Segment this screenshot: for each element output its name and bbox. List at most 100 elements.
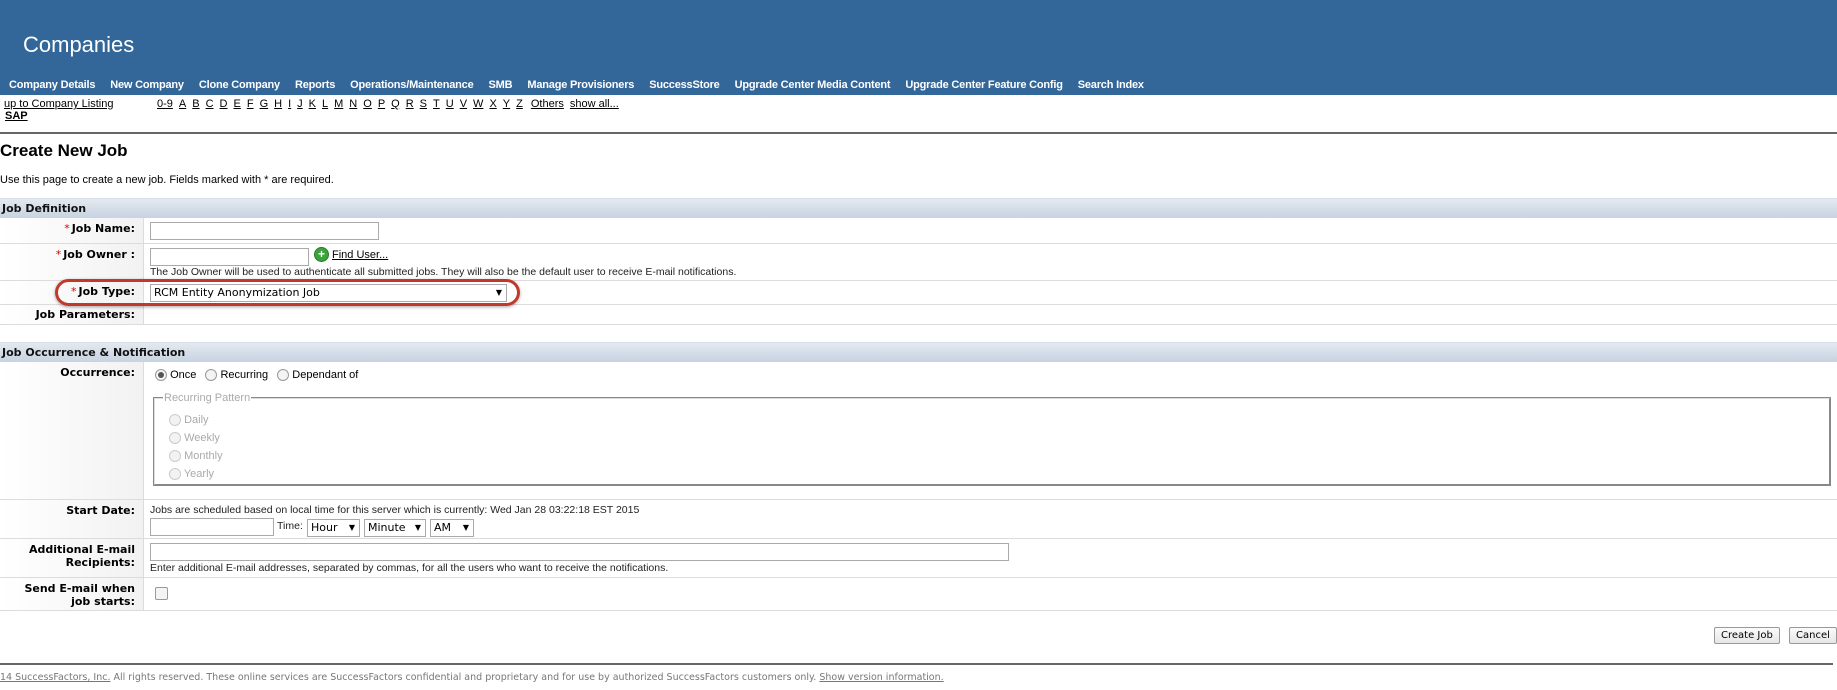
alpha-link-q[interactable]: Q <box>391 98 400 110</box>
back-to-company-listing-link[interactable]: up to Company Listing <box>4 98 113 110</box>
nav-new-company[interactable]: New Company <box>110 79 184 91</box>
nav-operations-maintenance[interactable]: Operations/Maintenance <box>350 79 474 91</box>
create-job-button[interactable]: Create Job <box>1714 627 1780 644</box>
add-icon: + <box>314 247 329 262</box>
row-job-type: * Job Type: RCM Entity Anonymization Job … <box>0 281 1837 305</box>
alpha-link-j[interactable]: J <box>297 98 303 110</box>
page-title: Create New Job <box>0 141 128 160</box>
alpha-link-v[interactable]: V <box>460 98 467 110</box>
alpha-link-a[interactable]: A <box>179 98 186 110</box>
cancel-button[interactable]: Cancel <box>1789 627 1837 644</box>
time-label: Time: <box>277 520 303 532</box>
footer-text: All rights reserved. These online servic… <box>110 672 820 683</box>
server-time-text: Jobs are scheduled based on local time f… <box>150 504 640 516</box>
radio-dependant-of[interactable] <box>277 369 290 382</box>
page-description: Use this page to create a new job. Field… <box>0 174 334 186</box>
find-user-link[interactable]: Find User... <box>332 249 388 261</box>
row-send-email: Send E-mail when job starts: <box>0 578 1837 611</box>
row-job-owner: * Job Owner : + Find User... The Job Owne… <box>0 244 1837 281</box>
company-link[interactable]: SAP <box>5 110 28 122</box>
send-email-label: Send E-mail when job starts: <box>0 578 144 610</box>
copyright-link[interactable]: 14 SuccessFactors, Inc. <box>0 672 110 683</box>
alpha-link-r[interactable]: R <box>406 98 414 110</box>
required-marker: * <box>64 222 70 235</box>
row-job-parameters: Job Parameters: <box>0 305 1837 325</box>
send-email-checkbox[interactable] <box>155 587 168 600</box>
minute-select[interactable]: Minute ▼ <box>364 519 426 537</box>
nav-search-index[interactable]: Search Index <box>1078 79 1144 91</box>
alpha-link-y[interactable]: Y <box>503 98 510 110</box>
alpha-index: 0-9 A B C D E F G H I J K L M N O P Q R S T U V W X Y Z Others show … <box>157 98 619 110</box>
row-additional-email: Additional E-mail Recipients: Enter addit… <box>0 539 1837 578</box>
chevron-down-icon: ▼ <box>462 523 469 532</box>
alpha-link-m[interactable]: M <box>334 98 343 110</box>
nav-upgrade-center-media[interactable]: Upgrade Center Media Content <box>735 79 891 91</box>
section-job-definition: Job Definition <box>0 198 1837 218</box>
divider <box>0 663 1833 665</box>
alpha-link-t[interactable]: T <box>433 98 440 110</box>
alpha-link-w[interactable]: W <box>473 98 483 110</box>
divider <box>0 132 1837 134</box>
job-owner-hint: The Job Owner will be used to authentica… <box>150 266 737 278</box>
app-header: Companies Company Details New Company Cl… <box>0 0 1837 95</box>
recurring-pattern-group: Recurring Pattern Daily Weekly Monthly Y… <box>153 392 1831 486</box>
alpha-link-e[interactable]: E <box>234 98 241 110</box>
job-owner-label: * Job Owner : <box>0 244 144 280</box>
alpha-link-o[interactable]: O <box>363 98 372 110</box>
app-title: Companies <box>23 32 135 57</box>
pattern-weekly[interactable]: Weekly <box>169 432 220 445</box>
chevron-down-icon: ▼ <box>348 523 355 532</box>
alpha-link-p[interactable]: P <box>378 98 385 110</box>
alpha-link-g[interactable]: G <box>260 98 269 110</box>
show-version-link[interactable]: Show version information. <box>819 672 943 683</box>
ampm-select[interactable]: AM ▼ <box>430 519 474 537</box>
nav-reports[interactable]: Reports <box>295 79 335 91</box>
section-job-occurrence: Job Occurrence & Notification <box>0 342 1837 362</box>
job-type-select[interactable]: RCM Entity Anonymization Job ▼ <box>150 284 507 302</box>
alpha-link-l[interactable]: L <box>322 98 328 110</box>
start-date-label: Start Date: <box>0 500 144 538</box>
nav-upgrade-center-feature[interactable]: Upgrade Center Feature Config <box>905 79 1063 91</box>
pattern-monthly[interactable]: Monthly <box>169 450 223 463</box>
row-occurrence: Occurrence: Once Recurring Dependant of … <box>0 362 1837 500</box>
sub-nav: up to Company Listing SAP 0-9 A B C D E F G H I J K… <box>4 98 1834 126</box>
nav-clone-company[interactable]: Clone Company <box>199 79 280 91</box>
job-owner-input[interactable] <box>150 248 309 266</box>
alpha-link-c[interactable]: C <box>206 98 214 110</box>
alpha-link-others[interactable]: Others <box>531 98 564 110</box>
alpha-link-f[interactable]: F <box>247 98 254 110</box>
radio-once[interactable] <box>155 369 167 382</box>
start-date-input[interactable] <box>150 518 274 536</box>
recurring-pattern-legend: Recurring Pattern <box>164 392 251 404</box>
pattern-daily[interactable]: Daily <box>169 414 209 427</box>
nav-smb[interactable]: SMB <box>489 79 513 91</box>
alpha-link-x[interactable]: X <box>489 98 496 110</box>
job-name-input[interactable] <box>150 222 379 240</box>
pattern-yearly[interactable]: Yearly <box>169 468 214 481</box>
nav-company-details[interactable]: Company Details <box>9 79 95 91</box>
alpha-link-n[interactable]: N <box>349 98 357 110</box>
alpha-link-show-all[interactable]: show all... <box>570 98 619 110</box>
nav-successstore[interactable]: SuccessStore <box>649 79 720 91</box>
alpha-link-d[interactable]: D <box>220 98 228 110</box>
alpha-link-b[interactable]: B <box>192 98 199 110</box>
additional-email-input[interactable] <box>150 543 1009 561</box>
alpha-link-k[interactable]: K <box>309 98 316 110</box>
alpha-link-i[interactable]: I <box>288 98 291 110</box>
chevron-down-icon: ▼ <box>414 523 421 532</box>
radio-recurring[interactable] <box>205 369 218 382</box>
occurrence-label: Occurrence: <box>0 362 144 499</box>
alpha-link-s[interactable]: S <box>420 98 427 110</box>
nav-manage-provisioners[interactable]: Manage Provisioners <box>527 79 634 91</box>
alpha-link-0-9[interactable]: 0-9 <box>157 98 173 110</box>
job-parameters-label: Job Parameters: <box>0 305 144 324</box>
alpha-link-h[interactable]: H <box>274 98 282 110</box>
find-user-button[interactable]: + Find User... <box>314 247 388 262</box>
alpha-link-u[interactable]: U <box>446 98 454 110</box>
top-nav: Company Details New Company Clone Compan… <box>9 79 1159 91</box>
footer: 14 SuccessFactors, Inc. All rights reser… <box>0 672 944 683</box>
row-job-name: * Job Name: <box>0 218 1837 244</box>
row-start-date: Start Date: Jobs are scheduled based on … <box>0 500 1837 539</box>
hour-select[interactable]: Hour ▼ <box>307 519 360 537</box>
alpha-link-z[interactable]: Z <box>516 98 523 110</box>
